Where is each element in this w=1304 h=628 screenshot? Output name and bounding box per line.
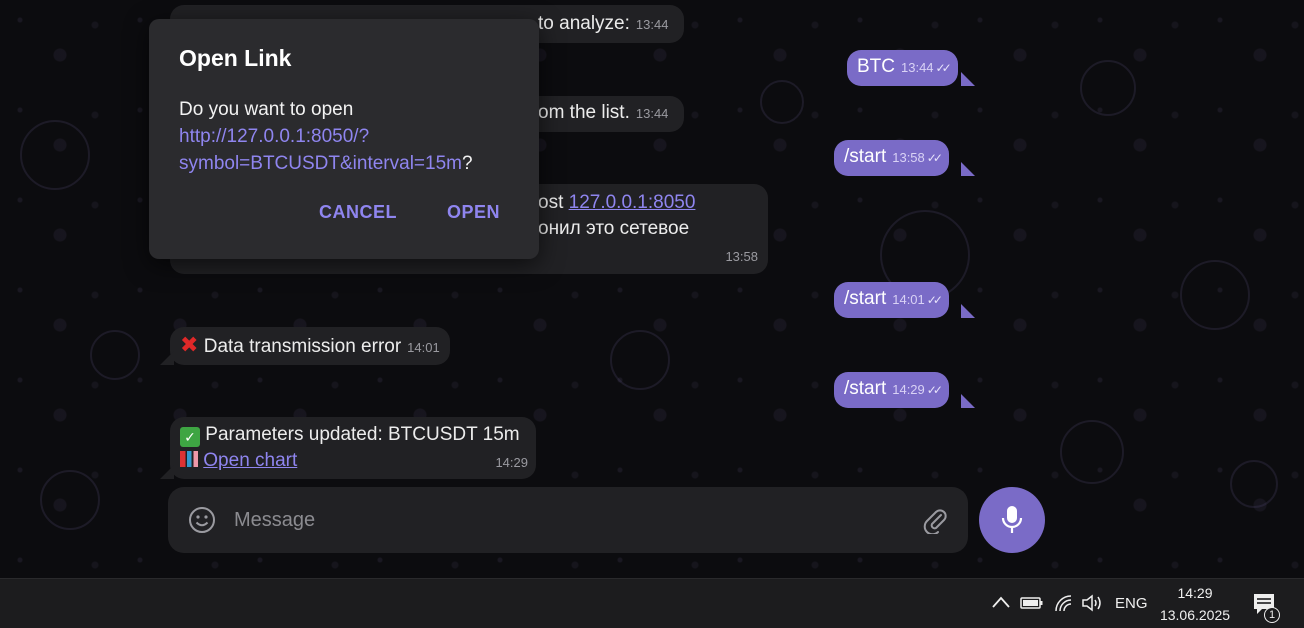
language-indicator[interactable]: ENG xyxy=(1115,595,1148,612)
message-text: /start xyxy=(844,378,887,399)
emoji-icon[interactable] xyxy=(188,506,216,534)
message-input[interactable] xyxy=(234,505,894,535)
message-composer xyxy=(168,487,968,553)
message-time: 13:44 xyxy=(635,106,669,121)
chart-icon xyxy=(180,451,198,467)
message-time: 13:44 xyxy=(901,60,934,75)
dialog-url-line2: symbol=BTCUSDT&interval=15m xyxy=(179,153,462,174)
record-voice-button[interactable] xyxy=(979,487,1045,553)
open-button[interactable]: OPEN xyxy=(447,202,500,223)
double-check-icon: ✓✓ xyxy=(926,383,943,397)
clock-time[interactable]: 14:29 xyxy=(1160,585,1230,601)
cross-mark-icon: ✖ xyxy=(180,332,199,357)
host-link[interactable]: 127.0.0.1:8050 xyxy=(569,192,696,213)
message-text: to analyze: xyxy=(538,13,630,34)
message-text: /start xyxy=(844,288,887,309)
dialog-question: Do you want to open xyxy=(179,99,354,120)
message-time: 13:58 xyxy=(892,150,925,165)
double-check-icon: ✓✓ xyxy=(926,293,943,307)
notification-count: 1 xyxy=(1264,607,1280,623)
dialog-body: Do you want to open http://127.0.0.1:805… xyxy=(179,96,519,177)
chevron-up-icon[interactable] xyxy=(992,596,1010,608)
double-check-icon: ✓✓ xyxy=(935,61,952,75)
message-text: Data transmission error xyxy=(203,336,402,357)
wifi-icon[interactable] xyxy=(1054,594,1072,612)
dialog-question-mark: ? xyxy=(461,153,473,174)
message-outgoing: /start 14:29 ✓✓ xyxy=(834,372,949,408)
message-text: BTC xyxy=(857,56,895,77)
volume-icon[interactable] xyxy=(1081,594,1103,612)
message-text: Parameters updated: BTCUSDT 15m xyxy=(205,424,520,445)
message-outgoing: /start 13:58 ✓✓ xyxy=(834,140,949,176)
dialog-url-line1: http://127.0.0.1:8050/? xyxy=(179,126,370,147)
dialog-title: Open Link xyxy=(179,45,292,71)
message-text: ost xyxy=(538,192,569,213)
battery-icon[interactable] xyxy=(1020,596,1044,610)
message-time: 14:29 xyxy=(495,455,528,470)
message-incoming: ✓ Parameters updated: BTCUSDT 15m Open c… xyxy=(170,417,536,479)
message-time: 13:44 xyxy=(635,17,669,32)
message-outgoing: /start 14:01 ✓✓ xyxy=(834,282,949,318)
taskbar: ENG 14:29 13.06.2025 1 xyxy=(0,578,1304,628)
message-text: om the list. xyxy=(538,102,630,123)
mic-icon xyxy=(1001,506,1023,533)
message-text-line2: онил это сетевое xyxy=(538,218,690,239)
cancel-button[interactable]: CANCEL xyxy=(319,202,397,223)
attach-icon[interactable] xyxy=(921,506,949,534)
message-time: 14:01 xyxy=(892,292,925,307)
open-chart-link[interactable]: Open chart xyxy=(203,450,297,471)
message-incoming: ✖ Data transmission error 14:01 xyxy=(170,327,450,365)
clock-date[interactable]: 13.06.2025 xyxy=(1158,607,1232,623)
message-time: 13:58 xyxy=(725,249,758,264)
open-link-dialog: Open Link Do you want to open http://127… xyxy=(149,19,539,259)
message-time: 14:01 xyxy=(407,340,440,355)
check-mark-icon: ✓ xyxy=(180,427,200,447)
double-check-icon: ✓✓ xyxy=(926,151,943,165)
message-text: /start xyxy=(844,146,887,167)
message-time: 14:29 xyxy=(892,382,925,397)
message-outgoing: BTC 13:44 ✓✓ xyxy=(847,50,958,86)
